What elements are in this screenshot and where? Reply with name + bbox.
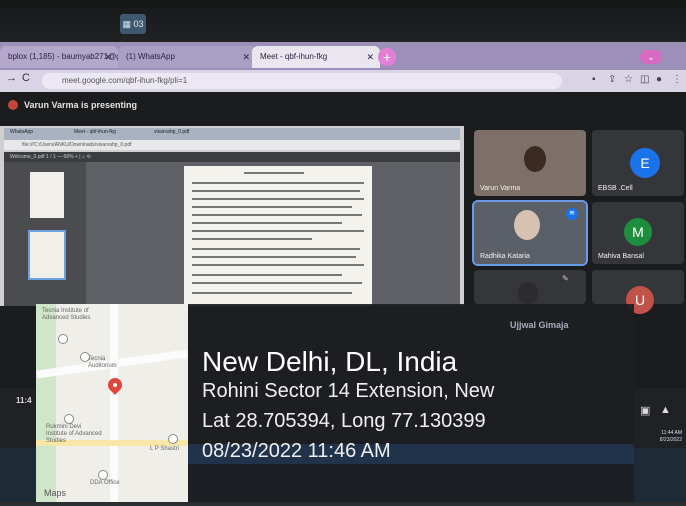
shared-tab: visarvahp_0.pdf — [154, 129, 190, 135]
geotag-coordinates: Lat 28.705394, Long 77.130399 — [202, 410, 486, 432]
participant-name: Varun Varma — [480, 185, 521, 192]
tray-date: 8/23/2022 — [659, 437, 682, 443]
pdf-text-line — [192, 198, 364, 200]
forward-arrow-icon[interactable]: → — [6, 72, 17, 84]
star-icon[interactable]: ☆ — [624, 74, 633, 85]
presenting-icon — [8, 100, 18, 110]
present-icon[interactable]: ▣ — [640, 404, 650, 417]
shared-tab-strip: WhatsApp Meet - qbf-ihun-fkg visarvahp_0… — [4, 128, 460, 140]
new-tab-button[interactable]: + — [378, 48, 396, 66]
map-poi-icon — [98, 470, 108, 480]
participant-name: Radhika Kataria — [480, 253, 530, 260]
shared-url: file:///C:/Users/ANKU/Downloads/visarvah… — [4, 140, 460, 150]
browser-tab-strip: bplox (1,185) - baumyab271@gm ✕ (1) What… — [0, 42, 686, 70]
geotag-datetime: 08/23/2022 11:46 AM — [202, 440, 391, 462]
tab-whatsapp[interactable]: (1) WhatsApp ✕ — [118, 46, 256, 68]
map-label: Rukmini Devi Institute of Advanced Studi… — [46, 424, 102, 444]
map-label: DDA Office — [90, 480, 120, 486]
map-poi-icon — [58, 334, 68, 344]
participant-name: EBSB .Cell — [598, 185, 633, 192]
pdf-text-line — [192, 256, 356, 258]
participant-name: Ujjwal Gimaja — [510, 320, 569, 330]
map-road — [110, 304, 118, 502]
close-icon[interactable]: ✕ — [242, 46, 250, 68]
pdf-text-line — [192, 274, 342, 276]
pdf-text-line — [192, 222, 342, 224]
participant-video — [514, 210, 540, 240]
map-poi-icon — [168, 434, 178, 444]
tab-label: bplox (1,185) - baumyab271@gm — [8, 52, 118, 61]
tab-gmail[interactable]: bplox (1,185) - baumyab271@gm ✕ — [0, 46, 118, 68]
map-label: L P Shastri — [150, 446, 180, 452]
pdf-thumbnail — [30, 172, 64, 218]
pdf-toolbar: Welcome_0.pdf 1 / 1 — 66% + | ⌂ ⟲ — [4, 152, 460, 162]
pdf-text-line — [192, 282, 362, 284]
monitor-bezel — [0, 0, 686, 42]
share-icon[interactable]: ⇪ — [608, 74, 616, 85]
avatar: E — [630, 148, 660, 178]
pdf-text-line — [192, 248, 360, 250]
extension-icon[interactable]: ◫ — [640, 74, 649, 85]
pdf-thumbnail — [28, 230, 66, 280]
pdf-text-line — [192, 292, 352, 294]
pdf-text-line — [244, 172, 304, 174]
chevron-down-icon[interactable]: ⌄ — [640, 50, 662, 64]
maps-logo: Maps — [44, 488, 67, 498]
participant-name: Mahiva Bansal — [598, 253, 644, 260]
pdf-text-line — [192, 206, 352, 208]
camera-icon[interactable]: ▪ — [592, 74, 596, 85]
activities-icon[interactable]: ▲ — [660, 404, 671, 416]
participant-video — [518, 282, 538, 304]
location-pin-dot — [113, 383, 117, 387]
speaking-icon: ≋ — [566, 208, 578, 220]
avatar: M — [624, 218, 652, 246]
shared-tab: Meet - qbf-ihun-fkg — [74, 129, 116, 135]
pdf-text-line — [192, 230, 364, 232]
pdf-text-line — [192, 238, 312, 240]
reload-icon[interactable]: C — [22, 72, 30, 84]
menu-icon[interactable]: ⋮ — [672, 74, 682, 85]
geotag-area: Rohini Sector 14 Extension, New — [202, 380, 495, 402]
map-poi-icon — [64, 414, 74, 424]
pdf-text-line — [192, 190, 360, 192]
map-label: Tecnia Institute of Advanced Studies — [42, 308, 91, 321]
participant-video — [524, 146, 546, 172]
taskbar-app-icon[interactable]: ▦ 03 — [120, 14, 146, 34]
map-label: Tecnia Auditorium — [88, 356, 117, 369]
map-park — [36, 304, 56, 502]
presenting-banner: Varun Varma is presenting — [24, 100, 138, 110]
mic-off-icon: ✎ — [562, 274, 569, 283]
shared-tab: WhatsApp — [10, 129, 34, 135]
url-input[interactable]: meet.google.com/qbf-ihun-fkg/pli=1 — [42, 73, 562, 89]
tab-label: Meet - qbf-ihun-fkg — [260, 52, 328, 61]
close-icon[interactable]: ✕ — [104, 46, 112, 68]
system-clock: 11:44 AM 8/23/2022 — [644, 430, 682, 444]
meeting-clock: 11:4 — [16, 396, 32, 405]
tray-time: 11:44 AM — [661, 430, 682, 436]
geotag-city: New Delhi, DL, India — [202, 346, 458, 377]
tab-meet[interactable]: Meet - qbf-ihun-fkg ✕ — [252, 46, 380, 68]
tab-label: (1) WhatsApp — [126, 52, 175, 61]
map-poi-icon — [80, 352, 90, 362]
pdf-text-line — [192, 264, 364, 266]
pdf-text-line — [192, 214, 362, 216]
pdf-text-line — [192, 182, 364, 184]
profile-avatar-icon[interactable]: ● — [656, 74, 662, 85]
pdf-page — [184, 166, 372, 306]
close-icon[interactable]: ✕ — [366, 46, 374, 68]
